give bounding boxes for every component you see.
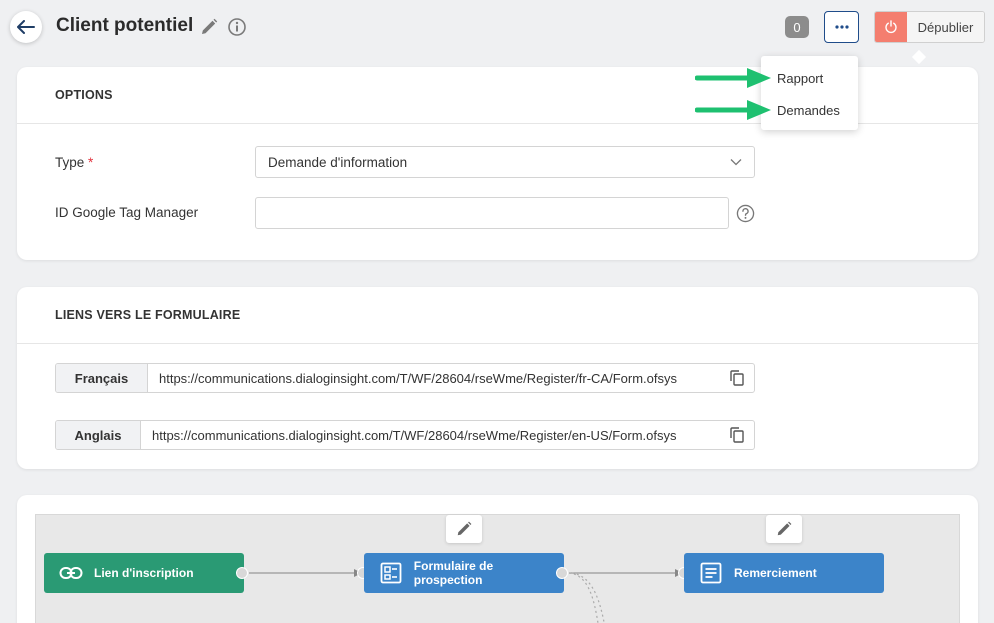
more-dots-icon	[834, 25, 849, 29]
unpublish-button[interactable]: Dépublier	[874, 11, 985, 43]
menu-item-rapport[interactable]: Rapport	[761, 62, 858, 94]
link-url-field[interactable]: https://communications.dialoginsight.com…	[141, 421, 720, 449]
flow-node-label: Lien d'inscription	[94, 566, 194, 580]
help-icon[interactable]	[736, 204, 755, 223]
flow-node-lien-inscription[interactable]: Lien d'inscription	[44, 553, 244, 593]
gtm-input[interactable]	[255, 197, 729, 229]
type-label: Type *	[55, 155, 93, 170]
edit-node-button[interactable]	[446, 515, 482, 543]
pencil-icon	[777, 521, 792, 536]
gtm-label: ID Google Tag Manager	[55, 205, 199, 220]
workflow-card: Lien d'inscription Formulaire de prospec…	[17, 495, 978, 623]
flow-node-formulaire-prospection[interactable]: Formulaire de prospection	[364, 553, 564, 593]
link-icon	[58, 560, 84, 586]
page-title: Client potentiel	[56, 15, 194, 36]
pencil-icon	[457, 521, 472, 536]
info-icon[interactable]	[227, 17, 247, 37]
more-options-button[interactable]	[824, 11, 859, 43]
flow-node-label: Formulaire de prospection	[413, 559, 494, 587]
power-icon	[875, 12, 907, 42]
unpublish-label: Dépublier	[907, 12, 984, 42]
copy-icon[interactable]	[720, 364, 754, 392]
form-icon	[378, 560, 404, 586]
form-links-card: LIENS VERS LE FORMULAIRE Français https:…	[17, 287, 978, 469]
node-output-port[interactable]	[236, 567, 248, 579]
document-icon	[698, 560, 724, 586]
link-row-anglais: Anglais https://communications.dialogins…	[55, 420, 755, 450]
menu-item-demandes[interactable]: Demandes	[761, 94, 858, 126]
flow-node-label: Remerciement	[734, 566, 817, 580]
count-badge: 0	[785, 16, 809, 38]
workflow-canvas[interactable]: Lien d'inscription Formulaire de prospec…	[35, 514, 960, 623]
flow-node-remerciement[interactable]: Remerciement	[684, 553, 884, 593]
more-options-menu: Rapport Demandes	[761, 56, 858, 130]
type-label-text: Type	[55, 155, 85, 170]
link-lang-label: Français	[56, 364, 148, 392]
type-select-value: Demande d'information	[268, 154, 408, 170]
annotation-arrow-rapport	[695, 68, 771, 88]
node-output-port[interactable]	[556, 567, 568, 579]
form-links-title: LIENS VERS LE FORMULAIRE	[17, 287, 978, 344]
chevron-down-icon	[730, 159, 742, 166]
arrow-left-icon	[17, 20, 35, 34]
link-lang-label: Anglais	[56, 421, 141, 449]
back-button[interactable]	[10, 11, 42, 43]
pencil-icon[interactable]	[199, 17, 219, 37]
edit-node-button[interactable]	[766, 515, 802, 543]
type-select[interactable]: Demande d'information	[255, 146, 755, 178]
dropdown-caret	[911, 49, 927, 65]
link-row-francais: Français https://communications.dialogin…	[55, 363, 755, 393]
required-mark: *	[88, 155, 94, 170]
link-url-field[interactable]: https://communications.dialoginsight.com…	[148, 364, 720, 392]
annotation-arrow-demandes	[695, 100, 771, 120]
copy-icon[interactable]	[720, 421, 754, 449]
